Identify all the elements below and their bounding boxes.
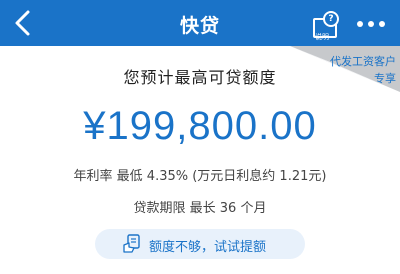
loan-term-text: 贷款期限 最长 36 个月 <box>133 201 267 216</box>
raise-limit-label: 额度不够，试试提额 <box>149 240 267 255</box>
annual-rate-text: 年利率 最低 4.35% (万元日利息约 1.21元) <box>73 169 327 184</box>
help-button[interactable]: ? 说明 <box>311 11 341 42</box>
credit-limit-heading: 您预计最高可贷额度 <box>123 68 277 87</box>
raise-limit-button[interactable]: 额度不够，试试提额 <box>95 229 305 259</box>
hand-document-icon <box>123 234 140 253</box>
help-label: 说明 <box>315 33 329 41</box>
more-button[interactable] <box>354 14 388 34</box>
help-question-badge: ? <box>323 11 339 27</box>
top-navigation-bar: 快贷 ? 说明 <box>0 0 400 46</box>
credit-limit-amount: ¥199,800.00 <box>83 104 317 148</box>
